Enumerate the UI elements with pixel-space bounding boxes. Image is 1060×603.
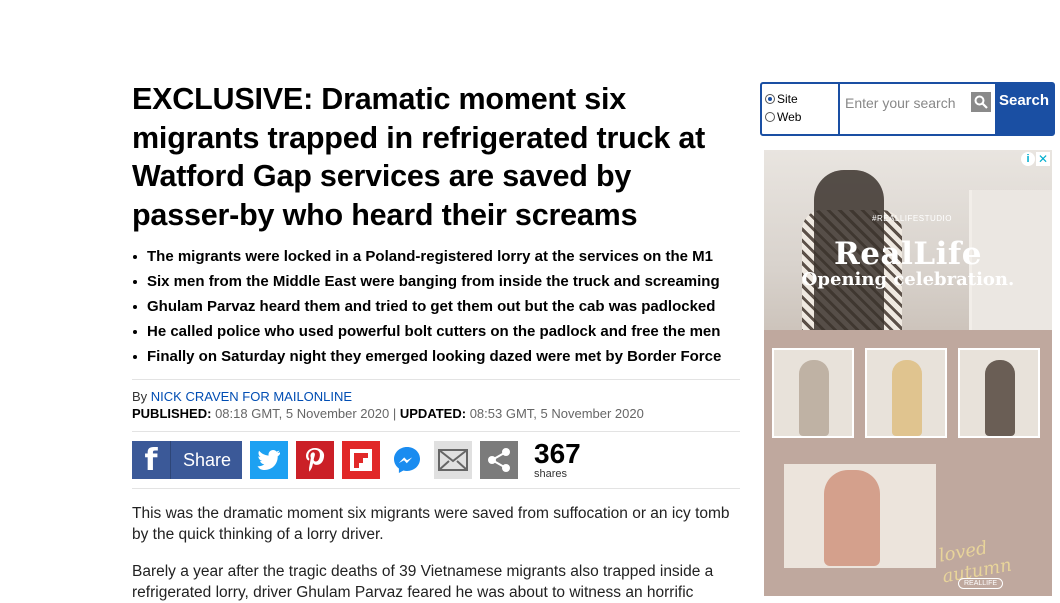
radio-site[interactable] bbox=[765, 94, 775, 104]
ad-thumbnail bbox=[865, 348, 947, 438]
bullet-item: The migrants were locked in a Poland-reg… bbox=[132, 244, 742, 269]
bullet-item: Ghulam Parvaz heard them and tried to ge… bbox=[132, 294, 742, 319]
byline-block: By NICK CRAVEN FOR MAILONLINE PUBLISHED:… bbox=[132, 379, 740, 432]
search-option-site[interactable]: Site bbox=[765, 90, 838, 108]
share-bar: f Share 367 shares bbox=[132, 432, 740, 489]
updated-label: UPDATED: bbox=[399, 406, 467, 421]
flipboard-icon bbox=[350, 449, 372, 471]
radio-web-label: Web bbox=[777, 110, 802, 124]
article: EXCLUSIVE: Dramatic moment six migrants … bbox=[132, 80, 742, 603]
facebook-share-button[interactable]: f Share bbox=[132, 441, 242, 479]
pinterest-icon bbox=[306, 448, 325, 472]
twitter-share-button[interactable] bbox=[250, 441, 288, 479]
bullet-item: Finally on Saturday night they emerged l… bbox=[132, 344, 742, 369]
messenger-share-button[interactable] bbox=[388, 441, 426, 479]
facebook-icon: f bbox=[132, 441, 171, 479]
byline: By NICK CRAVEN FOR MAILONLINE bbox=[132, 388, 740, 405]
bullet-item: He called police who used powerful bolt … bbox=[132, 319, 742, 344]
advertisement[interactable]: #REALLIFESTUDIO RealLife Opening celebra… bbox=[764, 150, 1052, 596]
ad-controls: i ✕ bbox=[1021, 152, 1050, 166]
ad-info-icon[interactable]: i bbox=[1021, 152, 1035, 166]
published-label: PUBLISHED: bbox=[132, 406, 212, 421]
share-count: 367 shares bbox=[534, 438, 581, 481]
bullet-item: Six men from the Middle East were bangin… bbox=[132, 269, 742, 294]
byline-prefix: By bbox=[132, 389, 148, 404]
email-icon bbox=[438, 449, 468, 471]
ad-thumbnail bbox=[958, 348, 1040, 438]
radio-web[interactable] bbox=[765, 112, 775, 122]
article-paragraph: This was the dramatic moment six migrant… bbox=[132, 505, 730, 543]
search-widget: Site Web Search bbox=[760, 82, 1055, 136]
ad-subtitle: Opening celebration. bbox=[801, 269, 1015, 290]
share-count-label: shares bbox=[534, 468, 568, 480]
search-icon[interactable] bbox=[971, 92, 991, 112]
ad-tag: #REALLIFESTUDIO bbox=[872, 214, 952, 223]
search-button[interactable]: Search bbox=[995, 84, 1053, 134]
share-count-number: 367 bbox=[534, 438, 581, 469]
search-input[interactable] bbox=[840, 87, 971, 119]
ad-photo bbox=[784, 464, 936, 568]
date-separator: | bbox=[392, 406, 397, 421]
radio-site-label: Site bbox=[777, 92, 798, 106]
ad-lower-panel: loved autumn REALLIFE bbox=[764, 330, 1052, 596]
ad-small-logo: REALLIFE bbox=[958, 578, 1004, 589]
article-paragraph: Barely a year after the tragic deaths of… bbox=[132, 563, 714, 601]
published-time: 08:18 GMT, 5 November 2020 bbox=[215, 406, 390, 421]
messenger-icon bbox=[394, 447, 420, 473]
pinterest-share-button[interactable] bbox=[296, 441, 334, 479]
share-icon bbox=[488, 448, 510, 472]
publish-dates: PUBLISHED: 08:18 GMT, 5 November 2020 | … bbox=[132, 405, 740, 423]
facebook-share-label: Share bbox=[183, 449, 232, 470]
email-share-button[interactable] bbox=[434, 441, 472, 479]
ad-close-icon[interactable]: ✕ bbox=[1036, 152, 1050, 166]
more-share-button[interactable] bbox=[480, 441, 518, 479]
twitter-icon bbox=[257, 450, 280, 470]
search-scope: Site Web bbox=[762, 84, 840, 134]
updated-time: 08:53 GMT, 5 November 2020 bbox=[469, 406, 644, 421]
author-link[interactable]: NICK CRAVEN FOR MAILONLINE bbox=[151, 389, 352, 404]
summary-bullets: The migrants were locked in a Poland-reg… bbox=[132, 244, 742, 369]
search-option-web[interactable]: Web bbox=[765, 108, 838, 126]
ad-brand: RealLife bbox=[834, 236, 982, 272]
flipboard-share-button[interactable] bbox=[342, 441, 380, 479]
headline: EXCLUSIVE: Dramatic moment six migrants … bbox=[132, 82, 706, 232]
ad-thumbnail bbox=[772, 348, 854, 438]
